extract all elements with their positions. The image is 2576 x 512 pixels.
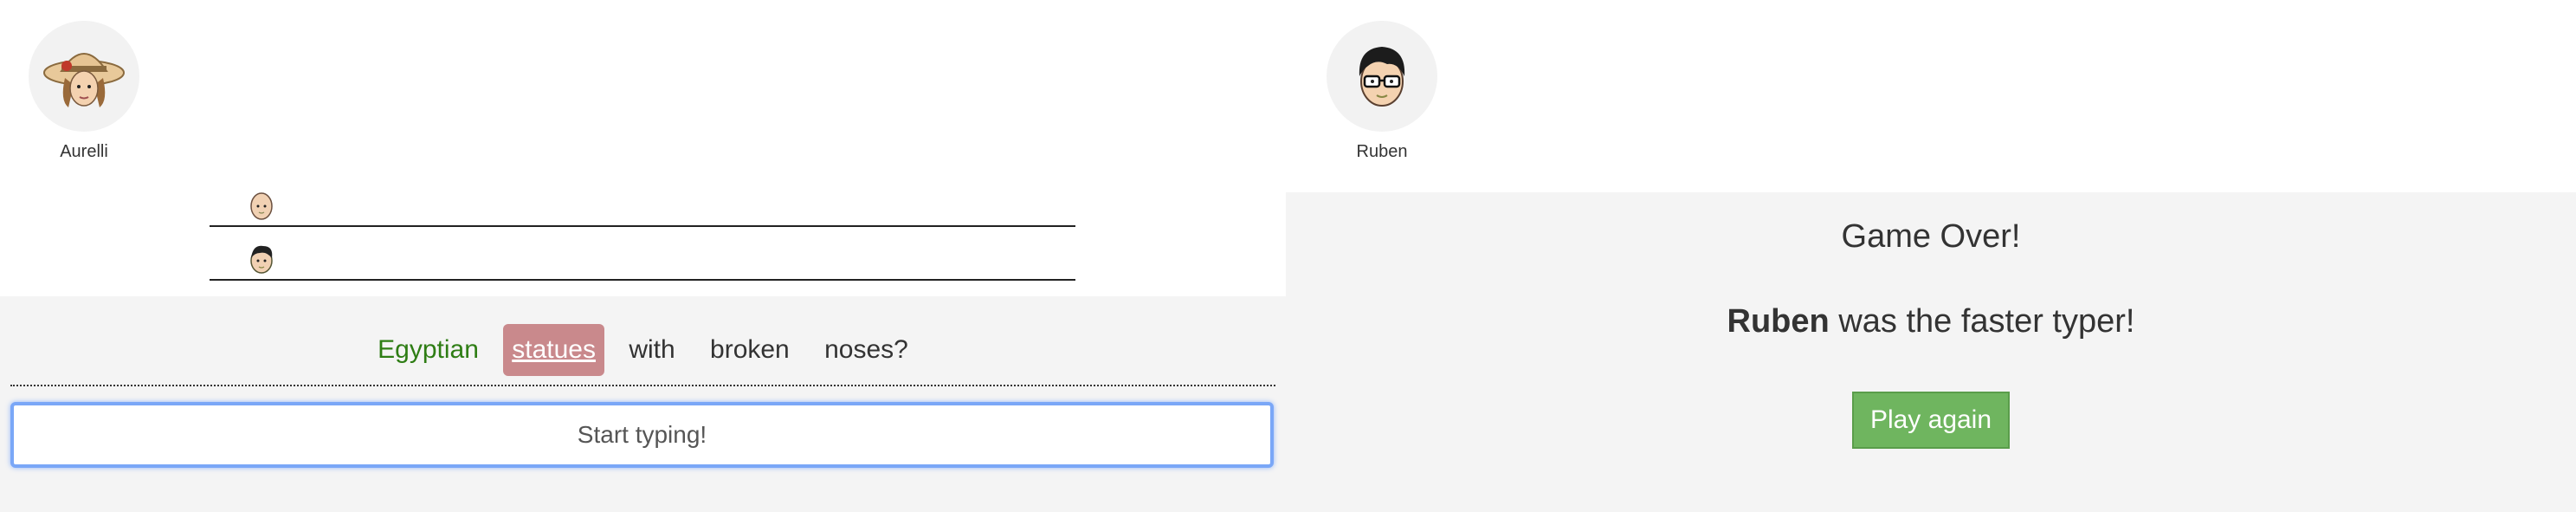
right-player-panel: Ruben Game Over! Ruben was the faster ty… (1286, 0, 2576, 512)
player-name: Ruben (1356, 142, 1408, 161)
player-aurelli: Aurelli (19, 21, 149, 162)
race-lane-2 (210, 229, 1075, 281)
sentence-word: Egyptian (378, 335, 479, 364)
result-text: was the faster typer! (1838, 303, 2135, 340)
typing-area: Egyptian statues with broken noses? (0, 296, 1286, 512)
race-lane-1 (210, 175, 1075, 227)
player-ruben: Ruben (1317, 21, 1447, 162)
winner-name: Ruben (1727, 303, 1830, 340)
left-player-panel: Aurelli Egyptian statues with broken nos… (0, 0, 1286, 512)
divider (10, 385, 1275, 386)
sun-hat-girl-avatar-icon (29, 21, 139, 132)
sentence-word: broken (710, 335, 790, 364)
game-over-title: Game Over! (1841, 218, 2021, 255)
current-word: statues (503, 324, 604, 376)
glasses-boy-avatar-icon (1327, 21, 1437, 132)
game-over-panel: Game Over! Ruben was the faster typer! P… (1286, 192, 2576, 512)
target-sentence: Egyptian statues with broken noses? (0, 322, 1286, 378)
sentence-word: with (629, 335, 675, 364)
typing-input[interactable] (10, 402, 1274, 468)
dark-hair-racer-icon (244, 241, 279, 275)
sentence-word: noses? (824, 335, 908, 364)
game-result: Ruben was the faster typer! (1286, 303, 2576, 340)
player-name: Aurelli (60, 142, 108, 161)
play-again-button[interactable]: Play again (1852, 392, 2010, 449)
bald-racer-icon (244, 187, 279, 222)
